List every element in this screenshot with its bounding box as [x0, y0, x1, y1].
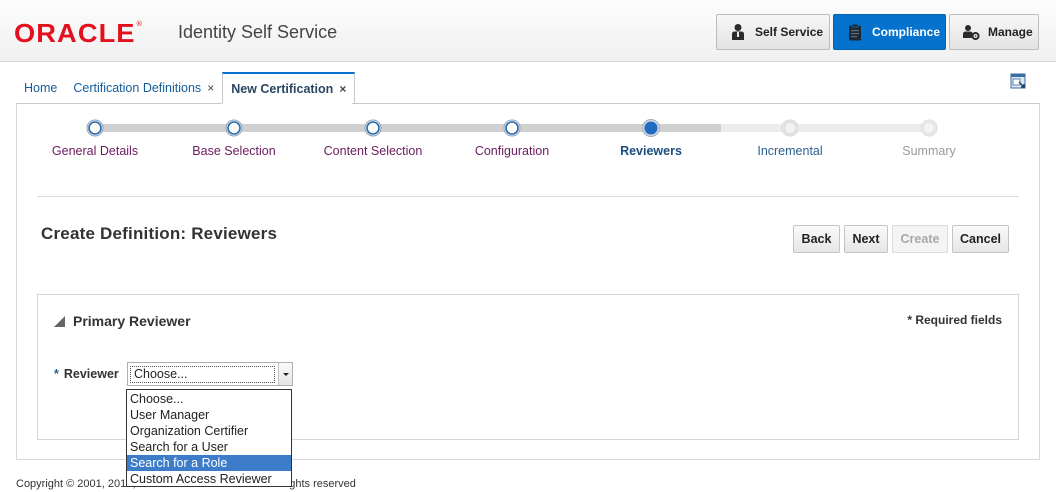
manage-label: Manage [988, 25, 1033, 39]
tab-home[interactable]: Home [16, 72, 66, 104]
tab-certification-definitions[interactable]: Certification Definitions × [65, 72, 223, 104]
tab-home-label: Home [24, 80, 58, 95]
detach-window-icon[interactable] [1010, 73, 1026, 89]
section-title: Primary Reviewer [73, 313, 191, 329]
compliance-button[interactable]: Compliance [833, 14, 946, 50]
section-header[interactable]: Primary Reviewer [54, 313, 191, 329]
tab-certification-definitions-label: Certification Definitions [73, 80, 202, 95]
train-label-summary: Summary [902, 144, 956, 158]
dropdown-option[interactable]: Search for a User [127, 439, 291, 455]
page-title: Create Definition: Reviewers [41, 224, 278, 243]
product-name: Identity Self Service [178, 22, 338, 42]
required-star: * [54, 367, 59, 381]
train-label-incremental[interactable]: Incremental [720, 144, 860, 158]
train-label-general-details[interactable]: General Details [25, 144, 165, 158]
train-progress-bar [95, 124, 721, 132]
wizard-train: General Details Base Selection Content S… [17, 104, 1041, 184]
train-stop-general-details[interactable] [85, 118, 105, 138]
cancel-button[interactable]: Cancel [952, 225, 1009, 253]
train-label-reviewers: Reviewers [620, 144, 682, 158]
close-icon[interactable]: × [339, 82, 346, 96]
collapse-triangle-icon[interactable] [54, 315, 65, 327]
app-header: ORACLE ® Identity Self Service Self Serv… [0, 0, 1056, 62]
train-remaining-bar [721, 124, 931, 132]
self-service-button[interactable]: Self Service [716, 14, 830, 50]
registered-mark: ® [135, 20, 143, 28]
reviewer-dropdown-list: Choose... User Manager Organization Cert… [126, 389, 292, 487]
next-button[interactable]: Next [844, 225, 888, 253]
compliance-label: Compliance [872, 25, 941, 39]
reviewer-label: * Reviewer [54, 367, 119, 381]
person-icon [732, 24, 744, 40]
train-stop-configuration[interactable] [502, 118, 522, 138]
dropdown-option-highlighted[interactable]: Search for a Role [127, 455, 291, 471]
clipboard-icon [849, 23, 861, 41]
dropdown-option[interactable]: Choose... [127, 391, 291, 407]
oracle-logo: ORACLE ® [14, 18, 143, 48]
tab-new-certification[interactable]: New Certification × [222, 72, 356, 104]
reviewer-select-value: Choose... [130, 366, 275, 383]
train-label-base-selection[interactable]: Base Selection [164, 144, 304, 158]
train-stop-incremental[interactable] [780, 118, 800, 138]
tab-bar: Home Certification Definitions × New Cer… [16, 72, 356, 104]
create-button: Create [892, 225, 948, 253]
manage-users-icon [963, 25, 980, 40]
train-stop-reviewers [642, 119, 660, 137]
dropdown-option[interactable]: User Manager [127, 407, 291, 423]
required-fields-note: * Required fields [907, 313, 1002, 327]
dropdown-option[interactable]: Custom Access Reviewer [127, 471, 291, 487]
dropdown-option[interactable]: Organization Certifier [127, 423, 291, 439]
train-stop-content-selection[interactable] [363, 118, 383, 138]
self-service-label: Self Service [755, 25, 824, 39]
tab-new-certification-label: New Certification [231, 81, 334, 96]
train-stop-base-selection[interactable] [224, 118, 244, 138]
train-label-configuration[interactable]: Configuration [442, 144, 582, 158]
close-icon[interactable]: × [207, 81, 214, 95]
reviewer-select[interactable]: Choose... [127, 362, 293, 386]
divider [37, 196, 1019, 197]
train-stop-summary [920, 119, 938, 137]
reviewer-label-text: Reviewer [63, 367, 119, 381]
train-label-content-selection[interactable]: Content Selection [303, 144, 443, 158]
oracle-logo-text: ORACLE [14, 17, 136, 48]
back-button[interactable]: Back [793, 225, 840, 253]
manage-button[interactable]: Manage [949, 14, 1039, 50]
chevron-down-icon[interactable] [278, 363, 292, 385]
